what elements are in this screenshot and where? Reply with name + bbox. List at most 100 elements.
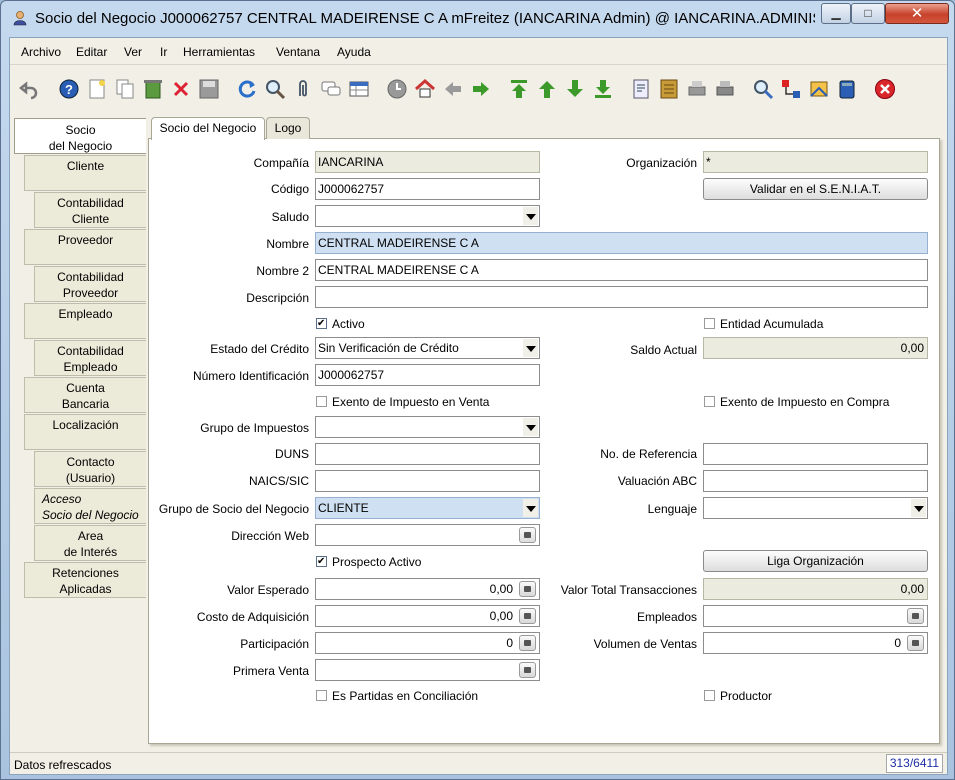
validar-seniat-button[interactable]: Validar en el S.E.N.I.A.T. xyxy=(703,178,928,200)
side-tab-cuenta-bancaria[interactable]: Cuenta Bancaria xyxy=(24,377,146,413)
attachment-icon[interactable] xyxy=(292,78,314,100)
saldo-actual-field[interactable]: 0,00 xyxy=(703,337,928,359)
record-counter[interactable]: 313/6411 xyxy=(885,754,943,773)
zoom-across-icon[interactable] xyxy=(752,78,774,100)
compania-field[interactable]: IANCARINA xyxy=(315,151,540,173)
grupo-impuestos-select[interactable] xyxy=(315,416,540,438)
new-icon[interactable] xyxy=(86,78,108,100)
side-tab-socio-negocio[interactable]: Socio del Negocio xyxy=(14,118,146,154)
first-icon[interactable] xyxy=(508,78,530,100)
participacion-field[interactable]: 0 xyxy=(315,632,540,654)
side-tab-localizacion[interactable]: Localización xyxy=(24,414,146,450)
side-tab-proveedor[interactable]: Proveedor xyxy=(24,229,146,265)
es-partidas-checkbox[interactable] xyxy=(316,690,327,701)
valor-total-field[interactable]: 0,00 xyxy=(703,578,928,600)
chevron-down-icon[interactable] xyxy=(523,418,538,436)
menu-ver[interactable]: Ver xyxy=(124,45,142,59)
exento-compra-checkbox[interactable] xyxy=(704,396,715,407)
nombre-field[interactable]: CENTRAL MADEIRENSE C A xyxy=(315,232,928,254)
next-icon[interactable] xyxy=(564,78,586,100)
costo-adquisicion-field[interactable]: 0,00 xyxy=(315,605,540,627)
menu-herramientas[interactable]: Herramientas xyxy=(183,45,255,59)
tab-logo[interactable]: Logo xyxy=(266,117,310,139)
chat-icon[interactable] xyxy=(320,78,342,100)
chevron-down-icon[interactable] xyxy=(911,499,926,517)
back-icon[interactable] xyxy=(442,78,464,100)
history-icon[interactable] xyxy=(386,78,408,100)
side-tab-acceso[interactable]: Acceso Socio del Negocio xyxy=(34,488,146,524)
no-referencia-field[interactable] xyxy=(703,443,928,465)
undo-icon[interactable] xyxy=(18,78,40,100)
minimize-button[interactable]: ▁ xyxy=(821,3,851,24)
side-tab-empleado[interactable]: Empleado xyxy=(24,303,146,339)
maximize-button[interactable]: □ xyxy=(851,3,885,24)
grid-toggle-icon[interactable] xyxy=(348,78,370,100)
empleados-field[interactable] xyxy=(703,605,928,627)
side-tab-contabilidad-proveedor[interactable]: Contabilidad Proveedor xyxy=(34,266,146,302)
numero-identificacion-field[interactable]: J000062757 xyxy=(315,364,540,386)
product-info-icon[interactable] xyxy=(836,78,858,100)
side-tab-area-interes[interactable]: Area de Interés xyxy=(34,525,146,561)
activo-checkbox[interactable] xyxy=(316,318,327,329)
title-bar[interactable]: Socio del Negocio J000062757 CENTRAL MAD… xyxy=(1,1,954,35)
menu-ventana[interactable]: Ventana xyxy=(276,45,320,59)
refresh-icon[interactable] xyxy=(236,78,258,100)
forward-icon[interactable] xyxy=(470,78,492,100)
chevron-down-icon[interactable] xyxy=(523,499,538,517)
request-icon[interactable] xyxy=(808,78,830,100)
duns-field[interactable] xyxy=(315,443,540,465)
calculator-icon[interactable] xyxy=(519,581,536,597)
volumen-ventas-field[interactable]: 0 xyxy=(703,632,928,654)
grupo-socio-select[interactable]: CLIENTE xyxy=(315,497,540,519)
calculator-icon[interactable] xyxy=(519,608,536,624)
nombre2-field[interactable]: CENTRAL MADEIRENSE C A xyxy=(315,259,928,281)
menu-ayuda[interactable]: Ayuda xyxy=(337,45,371,59)
valuacion-abc-field[interactable] xyxy=(703,470,928,492)
report-icon[interactable] xyxy=(630,78,652,100)
previous-icon[interactable] xyxy=(536,78,558,100)
menu-archivo[interactable]: Archivo xyxy=(21,45,61,59)
copy-icon[interactable] xyxy=(114,78,136,100)
print-icon[interactable] xyxy=(714,78,736,100)
direccion-web-field[interactable] xyxy=(315,524,540,546)
home-icon[interactable] xyxy=(414,78,436,100)
recycle-icon[interactable] xyxy=(142,78,164,100)
save-icon[interactable] xyxy=(198,78,220,100)
naics-field[interactable] xyxy=(315,470,540,492)
archive-icon[interactable] xyxy=(658,78,680,100)
side-tab-contacto[interactable]: Contacto (Usuario) xyxy=(34,451,146,487)
tab-socio-negocio[interactable]: Socio del Negocio xyxy=(151,117,265,140)
entidad-acumulada-checkbox[interactable] xyxy=(704,318,715,329)
chevron-down-icon[interactable] xyxy=(523,207,538,225)
menu-editar[interactable]: Editar xyxy=(76,45,107,59)
globe-icon[interactable] xyxy=(519,527,536,543)
valor-esperado-field[interactable]: 0,00 xyxy=(315,578,540,600)
calculator-icon[interactable] xyxy=(907,635,924,651)
codigo-field[interactable]: J000062757 xyxy=(315,178,540,200)
close-window-button[interactable]: ✕ xyxy=(885,3,949,24)
lenguaje-select[interactable] xyxy=(703,497,928,519)
last-icon[interactable] xyxy=(592,78,614,100)
print-preview-icon[interactable] xyxy=(686,78,708,100)
descripcion-field[interactable] xyxy=(315,286,928,308)
prospecto-activo-checkbox[interactable] xyxy=(316,556,327,567)
help-icon[interactable]: ? xyxy=(58,78,80,100)
chevron-down-icon[interactable] xyxy=(523,339,538,357)
calendar-icon[interactable] xyxy=(519,662,536,678)
workflow-icon[interactable] xyxy=(780,78,802,100)
find-icon[interactable] xyxy=(264,78,286,100)
exento-venta-checkbox[interactable] xyxy=(316,396,327,407)
primera-venta-field[interactable] xyxy=(315,659,540,681)
productor-checkbox[interactable] xyxy=(704,690,715,701)
side-tab-contabilidad-cliente[interactable]: Contabilidad Cliente xyxy=(34,192,146,228)
delete-icon[interactable] xyxy=(170,78,192,100)
liga-organizacion-button[interactable]: Liga Organización xyxy=(703,550,928,572)
calculator-icon[interactable] xyxy=(519,635,536,651)
organizacion-field[interactable]: * xyxy=(703,151,928,173)
side-tab-contabilidad-empleado[interactable]: Contabilidad Empleado xyxy=(34,340,146,376)
saludo-select[interactable] xyxy=(315,205,540,227)
side-tab-cliente[interactable]: Cliente xyxy=(24,155,146,191)
calculator-icon[interactable] xyxy=(907,608,924,624)
exit-icon[interactable] xyxy=(874,78,896,100)
estado-credito-select[interactable]: Sin Verificación de Crédito xyxy=(315,337,540,359)
